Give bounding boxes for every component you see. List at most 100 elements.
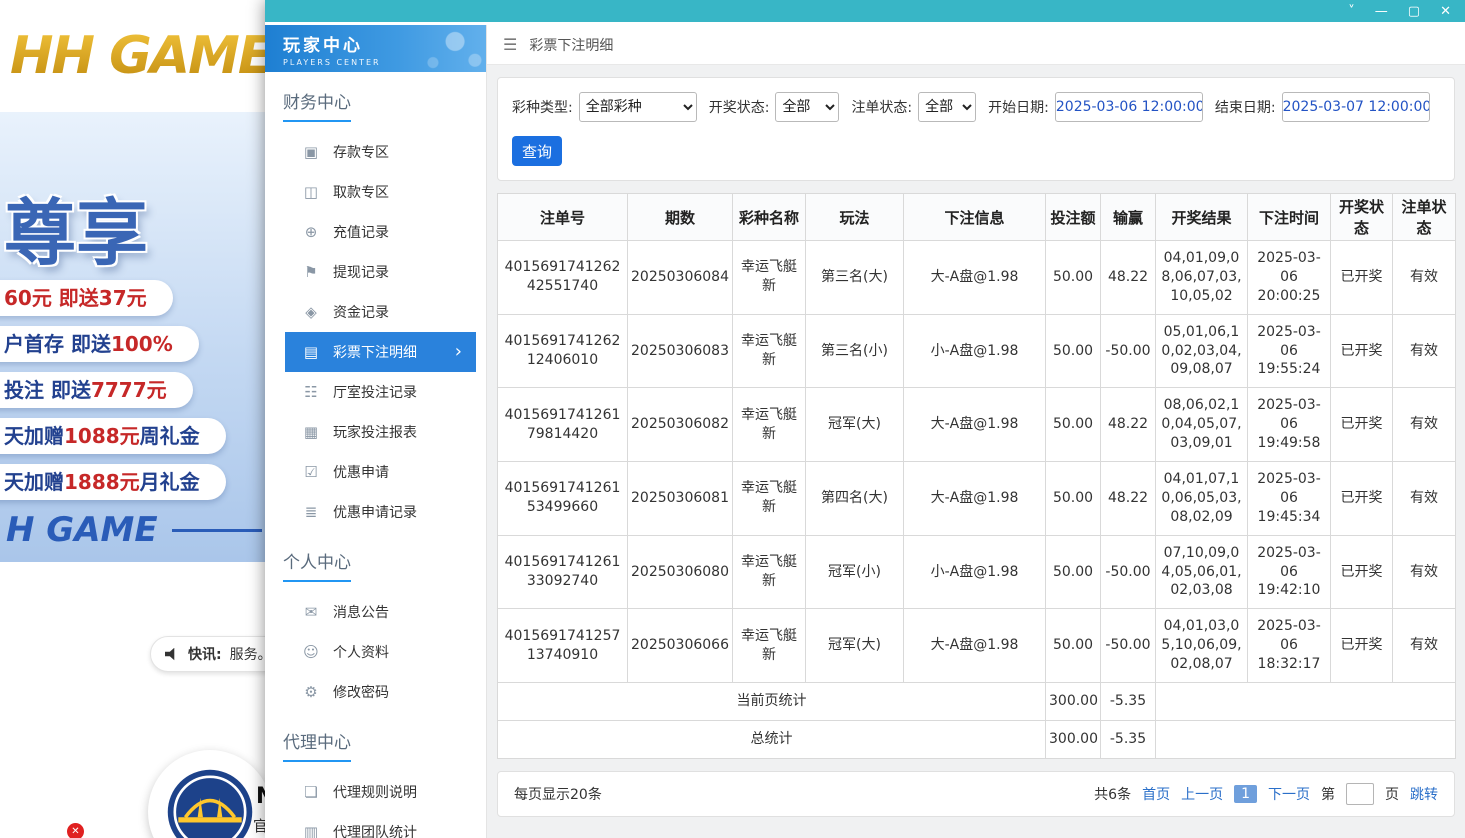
column-header: 下注信息 [904,194,1046,241]
start-date-label: 开始日期: [988,97,1049,117]
sidebar-item-recharge-records[interactable]: ⊕充值记录 [285,212,476,252]
sidebar-item-label: 取款专区 [333,182,389,202]
table-body: 40156917412624255174020250306084幸运飞艇新第三名… [498,241,1456,759]
page-summary-row: 当前页统计300.00-5.35 [498,683,1456,721]
cell-bet-time: 2025-03-06 19:45:34 [1248,462,1331,536]
cell-draw-result: 04,01,07,10,06,05,03,08,02,09 [1156,462,1248,536]
summary-label: 总统计 [498,721,1046,759]
summary-label: 当前页统计 [498,683,1046,721]
cell-bet-time: 2025-03-06 19:42:10 [1248,535,1331,609]
next-page-link[interactable]: 下一页 [1268,784,1310,804]
logo-underline [172,529,262,532]
current-page[interactable]: 1 [1234,785,1257,803]
sidebar-item-withdrawal-records[interactable]: ⚑提现记录 [285,252,476,292]
jump-button[interactable]: 跳转 [1410,784,1438,804]
sidebar-item-agent-rules[interactable]: ❏代理规则说明 [285,772,476,812]
sidebar-item-profile[interactable]: ☺个人资料 [285,632,476,672]
cell-play-type: 冠军(大) [806,388,904,462]
change-password-icon: ⚙ [303,683,319,701]
summary-empty [1156,721,1456,759]
cell-play-type: 冠军(大) [806,609,904,683]
sidebar-item-lottery-bet-details[interactable]: ▤彩票下注明细› [285,332,476,372]
agent-team-stats-icon: ▥ [303,823,319,838]
sidebar-item-label: 资金记录 [333,302,389,322]
sidebar-item-label: 厅室投注记录 [333,382,417,402]
lottery-type-label: 彩种类型: [512,97,573,117]
main-area: ☰ 彩票下注明细 彩种类型: 全部彩种 开奖状态: 全部 注单状态: [487,25,1465,838]
sidebar-section-title: 代理中心 [283,728,486,762]
lottery-type-select[interactable]: 全部彩种 [579,92,697,122]
jump-suffix-label: 页 [1385,784,1399,804]
cell-win-loss: 48.22 [1101,388,1156,462]
promo-pill: 户首存 即送100% [0,326,199,362]
cell-draw-status: 已开奖 [1331,241,1393,315]
sidebar-item-hall-bet-records[interactable]: ☷厅室投注记录 [285,372,476,412]
promo-pill: 60元 即送37元 [0,280,173,316]
draw-status-label: 开奖状态: [709,97,770,117]
cell-bet-time: 2025-03-06 20:00:25 [1248,241,1331,315]
cell-lottery-name: 幸运飞艇新 [733,535,806,609]
search-button[interactable]: 查询 [512,136,562,166]
cell-win-loss: 48.22 [1101,241,1156,315]
table-row: 40156917412615349966020250306081幸运飞艇新第四名… [498,462,1456,536]
cell-draw-result: 08,06,02,10,04,05,07,03,09,01 [1156,388,1248,462]
cell-draw-status: 已开奖 [1331,535,1393,609]
cell-bet-info: 小-A盘@1.98 [904,314,1046,388]
banner-close-button[interactable]: ✕ [67,823,84,838]
messages-icon: ✉ [303,603,319,621]
sidebar-item-change-password[interactable]: ⚙修改密码 [285,672,476,712]
column-header: 彩种名称 [733,194,806,241]
cell-bet-time: 2025-03-06 19:55:24 [1248,314,1331,388]
lottery-bet-details-icon: ▤ [303,343,319,361]
column-header: 玩法 [806,194,904,241]
maximize-button[interactable]: ▢ [1408,5,1420,18]
funds-records-icon: ◈ [303,303,319,321]
prev-page-link[interactable]: 上一页 [1181,784,1223,804]
cell-bet-amount: 50.00 [1046,314,1101,388]
window-menu-icon[interactable]: ˅ [1348,5,1355,18]
column-header: 投注额 [1046,194,1101,241]
page-jump-input[interactable] [1346,783,1374,805]
cell-lottery-name: 幸运飞艇新 [733,388,806,462]
total-count: 共6条 [1094,784,1131,804]
bet-status-select[interactable]: 全部 [918,92,976,122]
cell-draw-status: 已开奖 [1331,462,1393,536]
cell-bet-info: 大-A盘@1.98 [904,241,1046,315]
cell-draw-result: 05,01,06,10,02,03,04,09,08,07 [1156,314,1248,388]
cell-draw-status: 已开奖 [1331,388,1393,462]
recharge-records-icon: ⊕ [303,223,319,241]
deposit-icon: ▣ [303,143,319,161]
first-page-link[interactable]: 首页 [1142,784,1170,804]
cell-bet-amount: 50.00 [1046,462,1101,536]
promo-pill-text: 天加赠 [4,424,64,448]
column-header: 期数 [628,194,733,241]
sidebar-header: 玩家中心 PLAYERS CENTER [265,25,486,72]
sidebar-item-withdraw[interactable]: ◫取款专区 [285,172,476,212]
cell-period: 20250306084 [628,241,733,315]
table-row: 40156917412621240601020250306083幸运飞艇新第三名… [498,314,1456,388]
cell-bet-amount: 50.00 [1046,609,1101,683]
draw-status-select[interactable]: 全部 [775,92,839,122]
column-header: 注单状态 [1393,194,1456,241]
sidebar-item-label: 消息公告 [333,602,389,622]
filter-panel: 彩种类型: 全部彩种 开奖状态: 全部 注单状态: 全部 开始日期: [497,77,1455,181]
promo-pill-text: 周礼金 [140,424,200,448]
cell-bet-number: 401569174126179814420 [498,388,628,462]
close-button[interactable]: ✕ [1440,5,1451,18]
end-date-input[interactable] [1282,92,1430,122]
menu-toggle-icon[interactable]: ☰ [503,35,517,54]
sidebar-item-messages[interactable]: ✉ 消息公告 [285,592,476,632]
sidebar-item-funds-records[interactable]: ◈ 资金记录 [285,292,476,332]
promo-pill-text: 投注 即送 [4,378,91,402]
jump-prefix-label: 第 [1321,784,1335,804]
start-date-input[interactable] [1055,92,1203,122]
sidebar-item-player-bet-report[interactable]: ▦玩家投注报表 [285,412,476,452]
sidebar-item-label: 彩票下注明细 [333,342,417,362]
sidebar-item-promo-apply[interactable]: ☑优惠申请 [285,452,476,492]
sidebar-item-deposit[interactable]: ▣存款专区 [285,132,476,172]
table-row: 40156917412571374091020250306066幸运飞艇新冠军(… [498,609,1456,683]
sidebar-item-agent-team-stats[interactable]: ▥代理团队统计 [285,812,476,838]
sidebar-item-promo-apply-records[interactable]: ≣优惠申请记录 [285,492,476,532]
minimize-button[interactable]: — [1375,5,1388,18]
promo-pill-text: 100% [111,332,173,356]
